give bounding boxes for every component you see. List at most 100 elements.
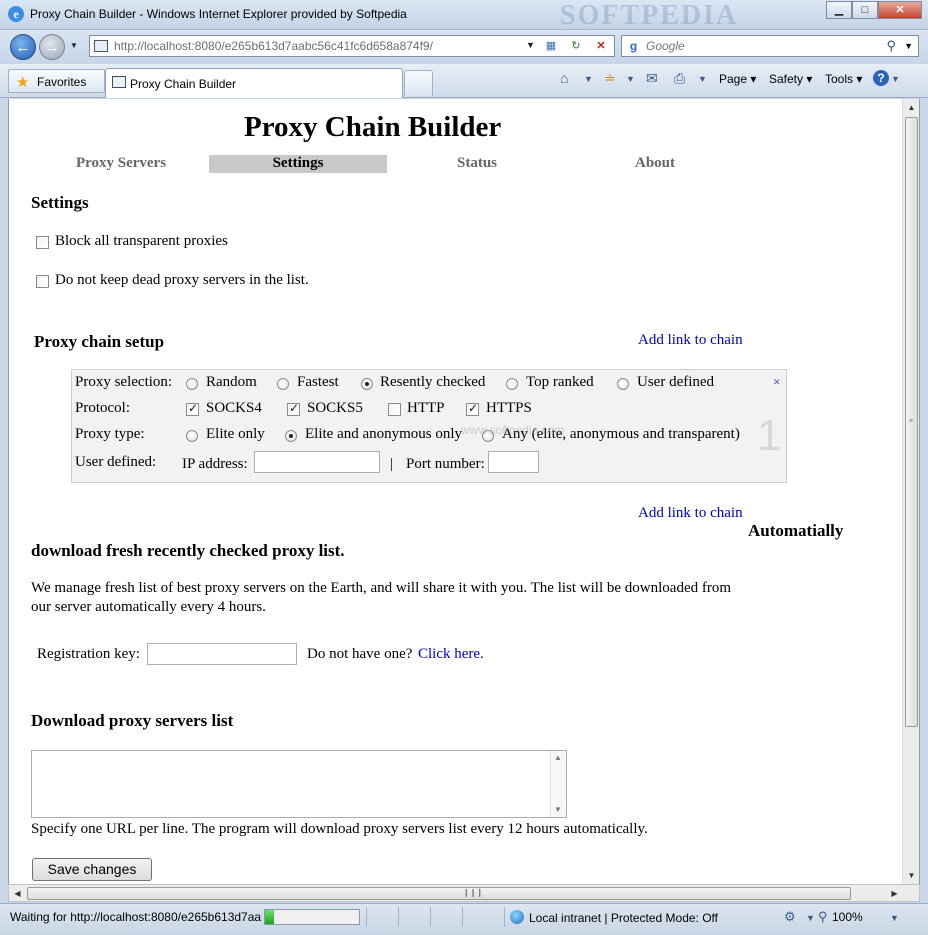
help-icon[interactable]: ? bbox=[873, 70, 889, 86]
selection-recently-checked-label: Resently checked bbox=[380, 374, 486, 390]
horizontal-scrollbar[interactable]: ◀ ❙❙❙ ▶ bbox=[8, 884, 920, 902]
nav-proxy-servers[interactable]: Proxy Servers bbox=[31, 155, 211, 173]
search-icon[interactable]: ⚲ bbox=[886, 38, 896, 54]
https-checkbox[interactable] bbox=[466, 401, 479, 416]
selection-fastest-radio[interactable] bbox=[277, 378, 289, 390]
tools-menu-label: Tools bbox=[825, 72, 854, 86]
scroll-down-icon[interactable]: ▼ bbox=[903, 867, 919, 884]
back-button[interactable]: ← bbox=[10, 34, 36, 60]
textarea-scroll-down-icon[interactable]: ▼ bbox=[554, 805, 562, 814]
socks5-checkbox[interactable] bbox=[287, 401, 300, 416]
refresh-icon[interactable]: ↻ bbox=[567, 38, 585, 54]
command-bar: ★ Favorites Proxy Chain Builder ⌂ ▼ ≐ ▼ … bbox=[0, 64, 928, 98]
horizontal-scroll-thumb[interactable]: ❙❙❙ bbox=[27, 887, 851, 900]
new-tab-button[interactable] bbox=[404, 70, 433, 96]
port-number-label: Port number: bbox=[406, 456, 485, 472]
status-separator bbox=[398, 907, 399, 927]
home-icon[interactable]: ⌂ bbox=[560, 70, 568, 86]
registration-key-input[interactable] bbox=[147, 643, 297, 665]
page-menu[interactable]: Page ▾ bbox=[719, 72, 756, 86]
scroll-up-icon[interactable]: ▲ bbox=[903, 99, 919, 116]
print-dropdown-icon[interactable]: ▼ bbox=[698, 74, 707, 84]
browser-tab[interactable]: Proxy Chain Builder bbox=[105, 68, 403, 98]
page-content: Proxy Chain Builder Proxy Servers Settin… bbox=[9, 99, 902, 884]
protected-mode-icon[interactable]: ⚙ bbox=[784, 909, 796, 925]
http-checkbox[interactable] bbox=[388, 403, 401, 416]
nav-settings[interactable]: Settings bbox=[209, 155, 387, 173]
status-separator bbox=[504, 907, 505, 927]
status-bar: Waiting for http://localhost:8080/e265b6… bbox=[0, 903, 928, 935]
address-text[interactable]: http://localhost:8080/e265b613d7aabc56c4… bbox=[114, 39, 433, 53]
zoom-icon[interactable]: ⚲ bbox=[818, 909, 828, 925]
vertical-scroll-thumb[interactable]: ≡ bbox=[905, 117, 918, 727]
security-zone[interactable]: Local intranet | Protected Mode: Off bbox=[510, 910, 718, 925]
page-title: Proxy Chain Builder bbox=[244, 111, 502, 143]
textarea-scrollbar[interactable]: ▲ ▼ bbox=[550, 751, 566, 817]
socks4-checkbox[interactable] bbox=[186, 401, 199, 416]
search-options-dropdown-icon[interactable]: ▼ bbox=[904, 41, 913, 51]
add-link-to-chain-bottom[interactable]: Add link to chain bbox=[638, 505, 743, 522]
no-dead-proxies-label: Do not keep dead proxy servers in the li… bbox=[55, 272, 309, 288]
add-link-to-chain-top[interactable]: Add link to chain bbox=[638, 332, 743, 349]
nav-about[interactable]: About bbox=[565, 155, 745, 173]
status-separator bbox=[366, 907, 367, 927]
ip-address-input[interactable] bbox=[254, 451, 380, 473]
textarea-scroll-up-icon[interactable]: ▲ bbox=[554, 753, 562, 762]
block-transparent-checkbox[interactable] bbox=[36, 236, 49, 249]
compatibility-view-icon[interactable]: ▦ bbox=[542, 38, 560, 54]
socks4-label: SOCKS4 bbox=[206, 400, 262, 416]
port-number-input[interactable] bbox=[488, 451, 539, 473]
recent-pages-dropdown-icon[interactable]: ▼ bbox=[70, 41, 78, 50]
save-changes-button[interactable]: Save changes bbox=[32, 858, 152, 881]
mail-icon[interactable]: ✉ bbox=[646, 70, 658, 87]
help-dropdown-icon[interactable]: ▼ bbox=[891, 74, 900, 84]
home-dropdown-icon[interactable]: ▼ bbox=[584, 74, 593, 84]
address-field[interactable]: http://localhost:8080/e265b613d7aabc56c4… bbox=[89, 35, 615, 57]
type-elite-only-radio[interactable] bbox=[186, 430, 198, 442]
forward-button[interactable]: → bbox=[39, 34, 65, 60]
safety-menu[interactable]: Safety ▾ bbox=[769, 72, 812, 86]
window-title: Proxy Chain Builder - Windows Internet E… bbox=[30, 7, 407, 21]
zoom-level[interactable]: 100% bbox=[832, 910, 863, 924]
maximize-button[interactable]: □ bbox=[852, 1, 878, 19]
search-box[interactable]: g Google ⚲ ▼ bbox=[621, 35, 919, 57]
favorites-button[interactable]: ★ Favorites bbox=[8, 69, 105, 93]
close-window-button[interactable]: ✕ bbox=[878, 1, 922, 19]
status-separator bbox=[430, 907, 431, 927]
address-dropdown-icon[interactable]: ▼ bbox=[526, 40, 535, 50]
tools-menu[interactable]: Tools ▾ bbox=[825, 72, 862, 86]
search-placeholder[interactable]: Google bbox=[646, 39, 685, 53]
print-icon[interactable]: ⎙ bbox=[674, 70, 685, 87]
scroll-left-icon[interactable]: ◀ bbox=[9, 885, 26, 902]
click-here-link[interactable]: Click here. bbox=[418, 646, 484, 663]
no-dead-proxies-checkbox[interactable] bbox=[36, 275, 49, 288]
minimize-button[interactable]: ▁ bbox=[826, 1, 852, 19]
selection-user-defined-radio[interactable] bbox=[617, 378, 629, 390]
chain-setup-heading: Proxy chain setup bbox=[34, 332, 165, 351]
remove-link-icon[interactable]: × bbox=[773, 374, 780, 390]
feeds-dropdown-icon[interactable]: ▼ bbox=[626, 74, 635, 84]
vertical-scrollbar[interactable]: ▲ ≡ ▼ bbox=[902, 99, 919, 884]
tab-title: Proxy Chain Builder bbox=[130, 77, 237, 91]
loading-progress-fill bbox=[265, 910, 275, 924]
stop-icon[interactable]: ✕ bbox=[592, 38, 610, 54]
ie-logo-icon: e bbox=[8, 6, 24, 22]
selection-top-ranked-radio[interactable] bbox=[506, 378, 518, 390]
registration-key-label: Registration key: bbox=[37, 646, 140, 662]
download-list-hint: Specify one URL per line. The program wi… bbox=[31, 821, 648, 837]
proxy-list-urls-textarea[interactable]: ▲ ▼ bbox=[31, 750, 567, 818]
protected-mode-dropdown-icon[interactable]: ▼ bbox=[806, 913, 815, 923]
feeds-icon[interactable]: ≐ bbox=[604, 70, 616, 87]
selection-recently-checked-radio[interactable] bbox=[361, 378, 373, 390]
type-elite-anonymous-radio[interactable] bbox=[285, 430, 297, 442]
zoom-dropdown-icon[interactable]: ▼ bbox=[890, 913, 899, 923]
auto-download-description-line1: We manage fresh list of best proxy serve… bbox=[31, 580, 732, 596]
protocol-label: Protocol: bbox=[75, 400, 130, 416]
status-separator bbox=[462, 907, 463, 927]
selection-random-radio[interactable] bbox=[186, 378, 198, 390]
status-text: Waiting for http://localhost:8080/e265b6… bbox=[10, 910, 262, 924]
scroll-right-icon[interactable]: ▶ bbox=[886, 885, 903, 902]
nav-status[interactable]: Status bbox=[387, 155, 567, 173]
loading-progress-bar bbox=[264, 909, 360, 925]
auto-download-description-line2: our server automatically every 4 hours. bbox=[31, 599, 266, 615]
